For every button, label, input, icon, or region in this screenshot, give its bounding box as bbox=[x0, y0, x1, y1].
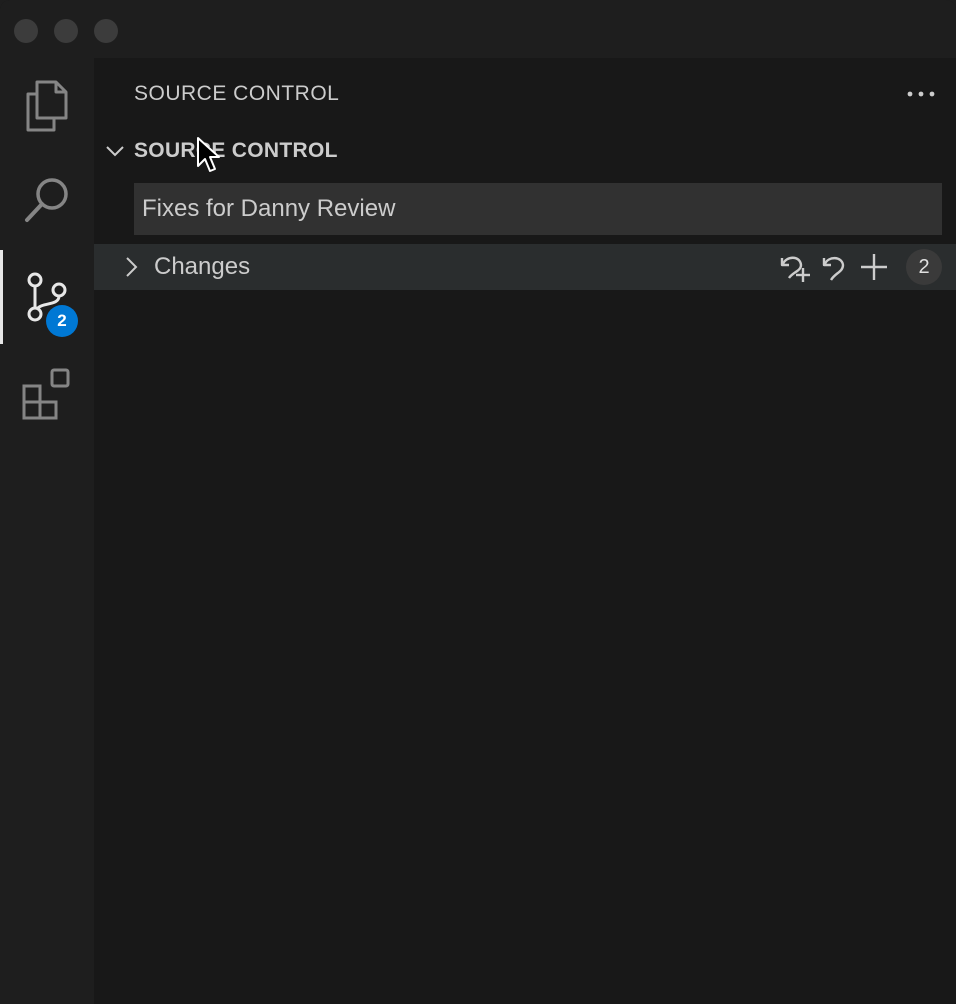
maximize-window-button[interactable] bbox=[94, 19, 118, 43]
title-bar bbox=[0, 0, 956, 58]
ellipsis-icon[interactable] bbox=[906, 84, 936, 104]
discard-all-icon bbox=[780, 256, 810, 282]
source-control-sidebar: SOURCE CONTROL SOURCE CONTROL Changes bbox=[94, 58, 956, 1004]
extensions-icon bbox=[22, 368, 70, 420]
activity-explorer[interactable] bbox=[0, 58, 94, 152]
discard-icon bbox=[822, 256, 845, 281]
discard-changes-button[interactable] bbox=[818, 250, 852, 284]
search-icon bbox=[25, 178, 68, 222]
chevron-down-icon bbox=[106, 146, 124, 157]
chevron-right-icon bbox=[126, 257, 138, 277]
files-icon bbox=[26, 80, 68, 132]
close-window-button[interactable] bbox=[14, 19, 38, 43]
minimize-window-button[interactable] bbox=[54, 19, 78, 43]
source-control-badge: 2 bbox=[46, 305, 78, 337]
changes-group-row[interactable]: Changes 2 bbox=[94, 244, 956, 290]
discard-all-changes-button[interactable] bbox=[778, 250, 812, 284]
activity-search[interactable] bbox=[0, 154, 94, 248]
activity-source-control[interactable]: 2 bbox=[0, 250, 94, 344]
stage-all-changes-button[interactable] bbox=[857, 250, 891, 284]
commit-message-input[interactable] bbox=[134, 183, 942, 235]
activity-bar: 2 bbox=[0, 58, 94, 1004]
activity-extensions[interactable] bbox=[0, 346, 94, 440]
section-label: SOURCE CONTROL bbox=[134, 139, 338, 162]
vscode-window: 2 SOURCE CONTROL SOURCE CONTROL Fixes fo… bbox=[0, 0, 956, 1004]
sidebar-title: SOURCE CONTROL bbox=[134, 82, 340, 105]
stage-all-icon bbox=[861, 254, 887, 280]
changes-label: Changes bbox=[154, 253, 251, 280]
changes-count-badge: 2 bbox=[906, 249, 942, 285]
source-control-section-header[interactable]: SOURCE CONTROL bbox=[94, 130, 956, 172]
